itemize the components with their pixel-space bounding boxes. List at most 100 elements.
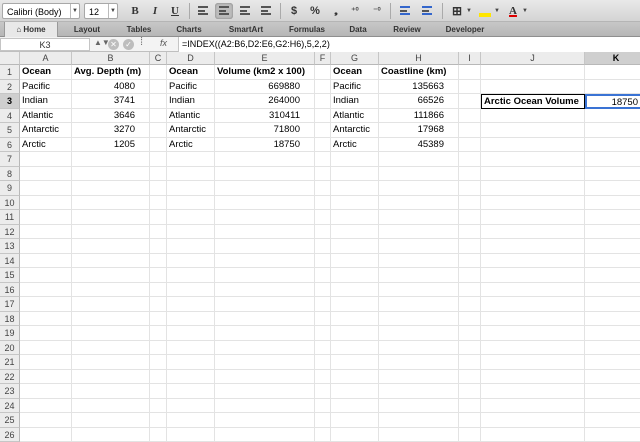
cell-h2[interactable]: 135663 <box>379 80 459 95</box>
cell-d1[interactable]: Ocean <box>167 65 215 80</box>
cell-k25[interactable] <box>585 413 640 428</box>
cell-f10[interactable] <box>315 196 331 211</box>
cell-e19[interactable] <box>215 326 315 341</box>
cell-k22[interactable] <box>585 370 640 385</box>
cell-i3[interactable] <box>459 94 481 109</box>
cell-f9[interactable] <box>315 181 331 196</box>
cell-j13[interactable] <box>481 239 585 254</box>
cell-b23[interactable] <box>72 384 150 399</box>
cell-j1[interactable] <box>481 65 585 80</box>
cell-g24[interactable] <box>331 399 379 414</box>
cell-f16[interactable] <box>315 283 331 298</box>
cell-a25[interactable] <box>20 413 72 428</box>
row-header[interactable]: 3 <box>0 94 20 109</box>
cell-j14[interactable] <box>481 254 585 269</box>
cell-d6[interactable]: Arctic <box>167 138 215 153</box>
column-header[interactable]: I <box>459 52 481 65</box>
cell-g2[interactable]: Pacific <box>331 80 379 95</box>
cell-j18[interactable] <box>481 312 585 327</box>
cell-i13[interactable] <box>459 239 481 254</box>
cell-h17[interactable] <box>379 297 459 312</box>
formula-input[interactable]: =INDEX((A2:B6,D2:E6,G2:H6),5,2,2) <box>178 37 640 52</box>
cell-g18[interactable] <box>331 312 379 327</box>
cell-a5[interactable]: Antarctic <box>20 123 72 138</box>
cell-h9[interactable] <box>379 181 459 196</box>
cell-h24[interactable] <box>379 399 459 414</box>
row-header[interactable]: 20 <box>0 341 20 356</box>
cell-k3[interactable]: 18750 <box>585 94 640 109</box>
cell-k16[interactable] <box>585 283 640 298</box>
cell-c9[interactable] <box>150 181 167 196</box>
cell-c11[interactable] <box>150 210 167 225</box>
cell-b9[interactable] <box>72 181 150 196</box>
chevron-down-icon[interactable]: ▼ <box>108 4 117 18</box>
cell-k19[interactable] <box>585 326 640 341</box>
cell-h13[interactable] <box>379 239 459 254</box>
cell-e5[interactable]: 71800 <box>215 123 315 138</box>
cell-e18[interactable] <box>215 312 315 327</box>
cell-k4[interactable] <box>585 109 640 124</box>
tab-formulas[interactable]: Formulas <box>280 22 334 37</box>
cell-d4[interactable]: Atlantic <box>167 109 215 124</box>
cell-a17[interactable] <box>20 297 72 312</box>
font-name-select[interactable]: Calibri (Body)▼ <box>2 3 80 19</box>
row-header[interactable]: 18 <box>0 312 20 327</box>
cell-h11[interactable] <box>379 210 459 225</box>
cell-c6[interactable] <box>150 138 167 153</box>
cell-g10[interactable] <box>331 196 379 211</box>
cell-g13[interactable] <box>331 239 379 254</box>
tab-tables[interactable]: Tables <box>116 22 162 37</box>
cell-g21[interactable] <box>331 355 379 370</box>
cell-j7[interactable] <box>481 152 585 167</box>
cell-d18[interactable] <box>167 312 215 327</box>
row-header[interactable]: 15 <box>0 268 20 283</box>
cell-k10[interactable] <box>585 196 640 211</box>
cell-d2[interactable]: Pacific <box>167 80 215 95</box>
cell-a10[interactable] <box>20 196 72 211</box>
chevron-down-icon[interactable]: ▼ <box>70 4 79 18</box>
cell-j22[interactable] <box>481 370 585 385</box>
cell-d14[interactable] <box>167 254 215 269</box>
cell-a18[interactable] <box>20 312 72 327</box>
tab-layout[interactable]: Layout <box>64 22 110 37</box>
confirm-icon[interactable]: ✓ <box>123 39 134 50</box>
cell-i14[interactable] <box>459 254 481 269</box>
currency-button[interactable]: $ <box>285 3 303 19</box>
cell-i5[interactable] <box>459 123 481 138</box>
cell-g16[interactable] <box>331 283 379 298</box>
row-header[interactable]: 16 <box>0 283 20 298</box>
cell-e22[interactable] <box>215 370 315 385</box>
cell-k13[interactable] <box>585 239 640 254</box>
cell-h20[interactable] <box>379 341 459 356</box>
cell-h23[interactable] <box>379 384 459 399</box>
cell-d8[interactable] <box>167 167 215 182</box>
cell-j8[interactable] <box>481 167 585 182</box>
cell-b2[interactable]: 4080 <box>72 80 150 95</box>
cell-f13[interactable] <box>315 239 331 254</box>
row-header[interactable]: 10 <box>0 196 20 211</box>
column-header[interactable]: H <box>379 52 459 65</box>
cell-d20[interactable] <box>167 341 215 356</box>
row-header[interactable]: 2 <box>0 80 20 95</box>
cell-f18[interactable] <box>315 312 331 327</box>
tab-charts[interactable]: Charts <box>166 22 212 37</box>
chevron-down-icon[interactable]: ▼ <box>466 3 472 19</box>
cell-g4[interactable]: Atlantic <box>331 109 379 124</box>
column-header[interactable]: D <box>167 52 215 65</box>
cancel-icon[interactable]: ✕ <box>108 39 119 50</box>
cell-a22[interactable] <box>20 370 72 385</box>
cell-a14[interactable] <box>20 254 72 269</box>
chevron-down-icon[interactable]: ▼ <box>494 3 500 19</box>
cell-f23[interactable] <box>315 384 331 399</box>
cell-h10[interactable] <box>379 196 459 211</box>
cell-k2[interactable] <box>585 80 640 95</box>
cell-b18[interactable] <box>72 312 150 327</box>
column-header[interactable]: B <box>72 52 150 65</box>
cell-i17[interactable] <box>459 297 481 312</box>
cell-j15[interactable] <box>481 268 585 283</box>
cell-i7[interactable] <box>459 152 481 167</box>
cell-a2[interactable]: Pacific <box>20 80 72 95</box>
cell-j16[interactable] <box>481 283 585 298</box>
cell-k21[interactable] <box>585 355 640 370</box>
cell-e11[interactable] <box>215 210 315 225</box>
